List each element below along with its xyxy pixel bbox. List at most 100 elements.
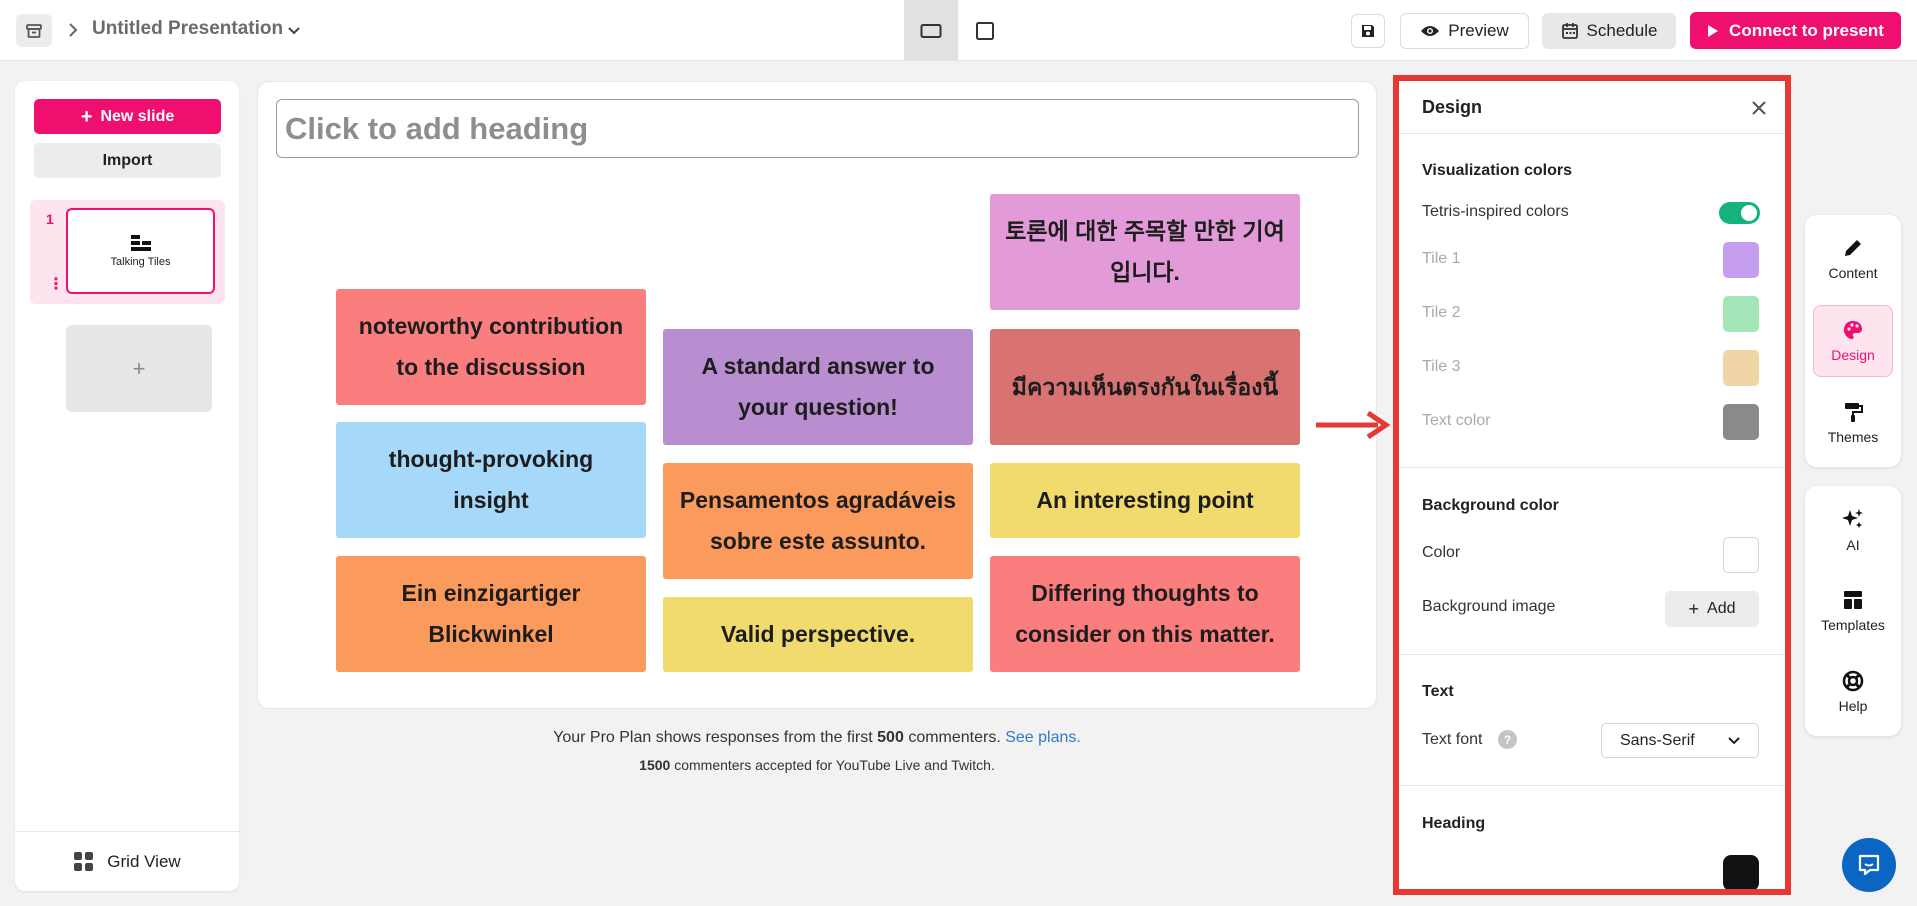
slide-title: Talking Tiles bbox=[110, 256, 171, 268]
widescreen-icon bbox=[920, 23, 942, 38]
grid-view-button[interactable]: Grid View bbox=[15, 831, 239, 891]
save-button[interactable] bbox=[1351, 14, 1385, 48]
add-slide-button[interactable]: + bbox=[66, 325, 212, 412]
heading-input[interactable]: Click to add heading bbox=[276, 99, 1359, 158]
grid-icon bbox=[74, 851, 94, 871]
sparkles-icon bbox=[1842, 509, 1863, 528]
background-color-title: Background color bbox=[1422, 497, 1559, 514]
divider bbox=[1399, 654, 1785, 655]
response-tile: noteworthy contribution to the discussio… bbox=[336, 289, 646, 405]
tiles-icon bbox=[130, 235, 151, 251]
plan-notice-text: Your Pro Plan shows responses from the f… bbox=[553, 729, 873, 746]
tile-2-label: Tile 2 bbox=[1422, 304, 1461, 321]
response-tile: มีความเห็นตรงกันในเรื่องนี้ bbox=[990, 329, 1300, 445]
slides-sidebar: + New slide Import 1 ⋮ Talking Tiles + G… bbox=[15, 81, 239, 891]
preview-button[interactable]: Preview bbox=[1400, 13, 1529, 49]
design-panel-header: Design bbox=[1399, 81, 1785, 134]
commenters-notice-text: commenters accepted for YouTube Live and… bbox=[674, 757, 995, 773]
home-button[interactable] bbox=[16, 14, 52, 47]
color-label: Color bbox=[1422, 544, 1461, 561]
heading-section-title: Heading bbox=[1422, 815, 1486, 832]
schedule-button[interactable]: Schedule bbox=[1542, 13, 1676, 49]
response-tile: Ein einzigartiger Blickwinkel bbox=[336, 556, 646, 672]
box-icon bbox=[26, 23, 42, 38]
paint-roller-icon bbox=[1845, 403, 1863, 422]
design-panel-title: Design bbox=[1422, 97, 1483, 117]
text-font-label: Text font bbox=[1422, 731, 1483, 748]
templates-tool-label: Templates bbox=[1821, 617, 1885, 633]
import-button[interactable]: Import bbox=[34, 143, 221, 178]
lifebuoy-icon bbox=[1842, 670, 1864, 692]
plan-notice-suffix: commenters. bbox=[908, 729, 1001, 746]
commenters-count: 1500 bbox=[639, 757, 671, 773]
response-tile: Valid perspective. bbox=[663, 597, 973, 672]
connect-label: Connect to present bbox=[1729, 20, 1884, 40]
response-tile: Pensamentos agradáveis sobre este assunt… bbox=[663, 463, 973, 579]
tool-rail-bottom: AI Templates Help bbox=[1805, 486, 1901, 736]
more-options-icon[interactable]: ⋮ bbox=[48, 277, 64, 293]
presentation-title[interactable]: Untitled Presentation bbox=[92, 18, 283, 40]
slide-canvas: Click to add heading noteworthy contribu… bbox=[257, 81, 1377, 709]
schedule-label: Schedule bbox=[1586, 21, 1658, 40]
new-slide-button[interactable]: + New slide bbox=[34, 99, 221, 134]
heading-color-swatch[interactable] bbox=[1723, 855, 1759, 889]
design-tool-button[interactable]: Design bbox=[1813, 305, 1893, 377]
save-icon bbox=[1362, 25, 1374, 37]
text-color-label: Text color bbox=[1422, 412, 1491, 429]
slide-list-item[interactable]: 1 ⋮ Talking Tiles bbox=[30, 200, 225, 304]
slide-thumbnail[interactable]: Talking Tiles bbox=[66, 208, 215, 294]
square-icon bbox=[976, 21, 994, 40]
plan-notice: Your Pro Plan shows responses from the f… bbox=[257, 729, 1377, 747]
close-icon[interactable] bbox=[1749, 98, 1769, 118]
plus-icon: + bbox=[80, 105, 93, 128]
add-label: Add bbox=[1707, 600, 1736, 617]
content-tool-button[interactable]: Content bbox=[1813, 223, 1893, 295]
chat-support-button[interactable] bbox=[1842, 838, 1896, 892]
calendar-icon bbox=[1561, 23, 1578, 39]
slide-number: 1 bbox=[46, 211, 54, 227]
response-tile: An interesting point bbox=[990, 463, 1300, 538]
visualization-colors-title: Visualization colors bbox=[1422, 162, 1572, 179]
tile-2-swatch[interactable] bbox=[1723, 296, 1759, 332]
square-layout-button[interactable] bbox=[958, 0, 1012, 61]
chat-icon bbox=[1858, 854, 1880, 876]
chevron-down-icon[interactable] bbox=[283, 20, 305, 42]
background-color-swatch[interactable] bbox=[1723, 537, 1759, 573]
tile-3-label: Tile 3 bbox=[1422, 358, 1461, 375]
connect-to-present-button[interactable]: Connect to present bbox=[1690, 12, 1901, 49]
help-tool-label: Help bbox=[1838, 698, 1868, 714]
play-icon bbox=[1708, 24, 1719, 37]
breadcrumb-chevron-icon bbox=[62, 18, 84, 42]
tetris-colors-label: Tetris-inspired colors bbox=[1422, 203, 1569, 220]
response-tile: thought-provoking insight bbox=[336, 422, 646, 538]
tetris-colors-toggle[interactable] bbox=[1719, 202, 1760, 224]
tile-3-swatch[interactable] bbox=[1723, 350, 1759, 386]
commenters-notice: 1500 commenters accepted for YouTube Liv… bbox=[257, 757, 1377, 773]
add-background-image-button[interactable]: + Add bbox=[1665, 591, 1759, 627]
themes-tool-button[interactable]: Themes bbox=[1813, 387, 1893, 459]
tile-1-swatch[interactable] bbox=[1723, 242, 1759, 278]
plus-icon: + bbox=[1688, 599, 1700, 619]
templates-tool-button[interactable]: Templates bbox=[1813, 575, 1893, 647]
design-tool-label: Design bbox=[1831, 347, 1875, 363]
new-slide-label: New slide bbox=[100, 107, 175, 125]
chevron-down-icon bbox=[1728, 736, 1740, 744]
top-bar: Untitled Presentation Preview Schedule C… bbox=[0, 0, 1917, 61]
ai-tool-button[interactable]: AI bbox=[1813, 494, 1893, 566]
text-font-select[interactable]: Sans-Serif bbox=[1601, 723, 1759, 758]
divider bbox=[1399, 467, 1785, 468]
eye-icon bbox=[1421, 26, 1440, 36]
grid-view-label: Grid View bbox=[107, 851, 181, 871]
text-font-value: Sans-Serif bbox=[1620, 731, 1695, 749]
widescreen-layout-button[interactable] bbox=[904, 0, 958, 61]
help-icon[interactable]: ? bbox=[1498, 730, 1517, 749]
response-tile: 토론에 대한 주목할 만한 기여입니다. bbox=[990, 194, 1300, 310]
response-tile: Differing thoughts to consider on this m… bbox=[990, 556, 1300, 672]
response-tile: A standard answer to your question! bbox=[663, 329, 973, 445]
help-tool-button[interactable]: Help bbox=[1813, 656, 1893, 728]
content-tool-label: Content bbox=[1828, 265, 1878, 281]
pencil-icon bbox=[1845, 240, 1861, 256]
text-color-swatch[interactable] bbox=[1723, 404, 1759, 440]
see-plans-link[interactable]: See plans. bbox=[1005, 729, 1081, 746]
palette-icon bbox=[1844, 321, 1862, 339]
